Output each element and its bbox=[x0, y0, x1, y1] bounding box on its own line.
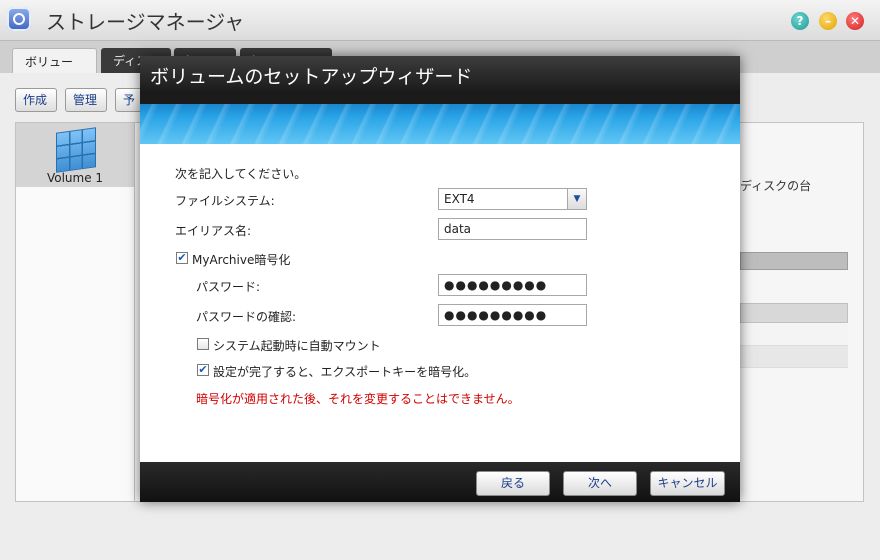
storage-manager-icon bbox=[7, 7, 31, 31]
chevron-down-icon[interactable]: ▼ bbox=[567, 189, 586, 209]
minimize-button[interactable]: – bbox=[819, 12, 837, 30]
create-button[interactable]: 作成 bbox=[15, 88, 57, 112]
encryption-warning: 暗号化が適用された後、それを変更することはできません。 bbox=[196, 392, 520, 406]
table-row[interactable] bbox=[740, 324, 848, 346]
volume-list: Volume 1 bbox=[15, 122, 135, 502]
dialog-footer: 戻る 次へ キャンセル bbox=[140, 462, 740, 502]
disk-count-label: ディスクの台 bbox=[740, 179, 812, 193]
next-button[interactable]: 次へ bbox=[563, 471, 637, 496]
encrypt-label: MyArchive暗号化 bbox=[192, 253, 291, 267]
close-button[interactable]: ✕ bbox=[846, 12, 864, 30]
title-bar: ストレージマネージャ ? – ✕ bbox=[0, 0, 880, 41]
filesystem-label: ファイルシステム: bbox=[175, 194, 275, 208]
automount-checkbox[interactable] bbox=[197, 338, 209, 350]
volume-cube-icon bbox=[56, 127, 96, 173]
dialog-banner bbox=[140, 94, 740, 144]
volume-setup-wizard-dialog: ボリュームのセットアップウィザード 次を記入してください。 ファイルシステム: … bbox=[140, 56, 740, 502]
password-confirm-label: パスワードの確認: bbox=[196, 310, 297, 324]
help-button[interactable]: ? bbox=[791, 12, 809, 30]
encrypt-checkbox[interactable]: ✔ bbox=[176, 252, 188, 264]
encrypt-key-label: 設定が完了すると、エクスポートキーを暗号化。 bbox=[213, 365, 477, 379]
password-label: パスワード: bbox=[196, 280, 261, 294]
volume-name: Volume 1 bbox=[46, 171, 104, 185]
dialog-title: ボリュームのセットアップウィザード bbox=[150, 66, 473, 88]
tab-volume[interactable]: ボリューム bbox=[12, 48, 97, 95]
cancel-button[interactable]: キャンセル bbox=[650, 471, 725, 496]
instruction-text: 次を記入してください。 bbox=[175, 167, 307, 181]
encrypt-key-checkbox[interactable]: ✔ bbox=[197, 364, 209, 376]
manage-button[interactable]: 管理 bbox=[65, 88, 107, 112]
back-button[interactable]: 戻る bbox=[476, 471, 550, 496]
alias-label: エイリアス名: bbox=[175, 224, 252, 238]
automount-label: システム起動時に自動マウント bbox=[213, 339, 381, 353]
volume-list-item[interactable]: Volume 1 bbox=[16, 123, 134, 187]
filesystem-select[interactable]: EXT4 ▼ bbox=[438, 188, 587, 210]
capacity-bar bbox=[740, 252, 848, 270]
disk-table-header bbox=[740, 303, 848, 323]
app-title: ストレージマネージャ bbox=[46, 10, 245, 34]
alias-input[interactable]: data bbox=[438, 218, 587, 240]
table-row[interactable] bbox=[740, 346, 848, 368]
dialog-header: ボリュームのセットアップウィザード bbox=[140, 56, 740, 94]
password-input[interactable]: ●●●●●●●●● bbox=[438, 274, 587, 296]
password-confirm-input[interactable]: ●●●●●●●●● bbox=[438, 304, 587, 326]
filesystem-value: EXT4 bbox=[444, 192, 475, 206]
